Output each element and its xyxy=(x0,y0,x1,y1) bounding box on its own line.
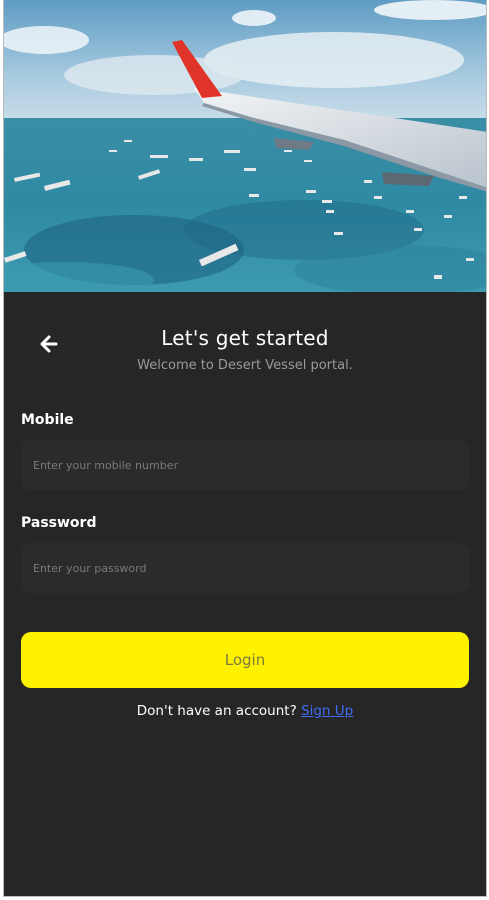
password-input[interactable] xyxy=(21,543,469,593)
password-label: Password xyxy=(21,515,97,531)
header: Let's get started Welcome to Desert Vess… xyxy=(4,322,486,382)
hero-image xyxy=(4,0,486,292)
signup-row: Don't have an account? Sign Up xyxy=(4,703,486,719)
mobile-field xyxy=(21,440,469,490)
password-field xyxy=(21,543,469,593)
page-title: Let's get started xyxy=(161,326,329,350)
login-screen: Let's get started Welcome to Desert Vess… xyxy=(3,0,487,897)
signup-link[interactable]: Sign Up xyxy=(301,703,353,719)
mobile-input[interactable] xyxy=(21,440,469,490)
hero-illustration xyxy=(4,0,486,292)
signup-prompt: Don't have an account? xyxy=(136,703,302,719)
login-button[interactable]: Login xyxy=(21,632,469,688)
page-subtitle: Welcome to Desert Vessel portal. xyxy=(137,358,353,373)
mobile-label: Mobile xyxy=(21,412,74,428)
